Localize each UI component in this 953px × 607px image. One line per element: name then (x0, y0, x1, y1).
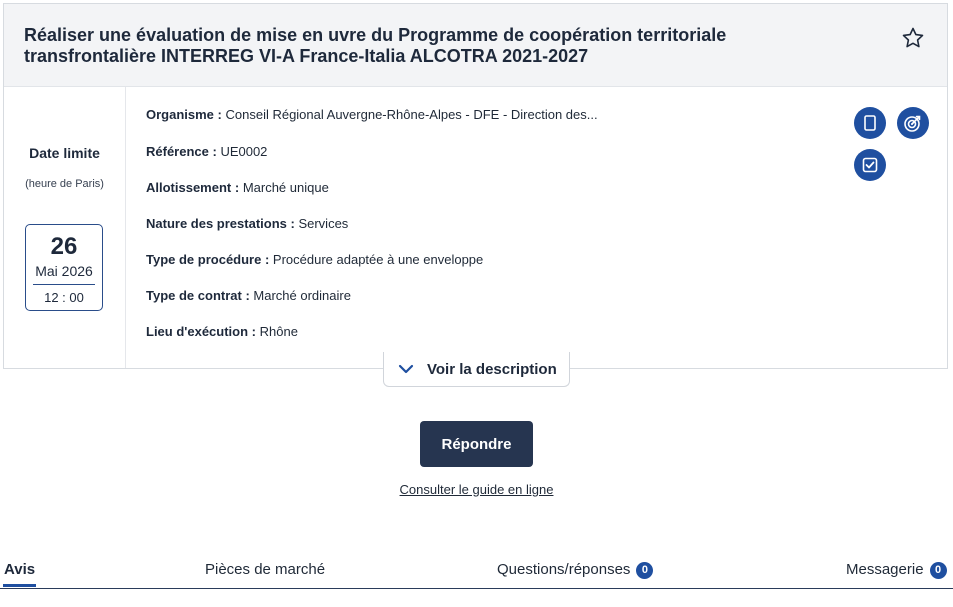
deadline-column: Date limite (heure de Paris) 26 Mai 2026… (4, 87, 126, 368)
target-icon[interactable] (897, 107, 929, 139)
tab-messagerie[interactable]: Messagerie 0 (846, 561, 947, 579)
deadline-timezone: (heure de Paris) (25, 178, 104, 190)
deadline-time: 12 : 00 (44, 290, 84, 305)
deadline-label: Date limite (29, 145, 100, 161)
divider (33, 284, 95, 285)
voir-description-label: Voir la description (427, 361, 557, 378)
document-icon[interactable] (854, 107, 886, 139)
tab-questions-reponses[interactable]: Questions/réponses 0 (497, 561, 654, 579)
card-header: Réaliser une évaluation de mise en uvre … (4, 4, 947, 87)
repondre-button[interactable]: Répondre (420, 421, 533, 467)
field-nature: Nature des prestations : Services (146, 216, 349, 231)
consultation-title: Réaliser une évaluation de mise en uvre … (24, 25, 727, 66)
tab-avis[interactable]: Avis (4, 561, 35, 578)
deadline-day: 26 (50, 233, 78, 260)
deadline-month: Mai 2026 (35, 263, 93, 279)
voir-description-toggle[interactable]: Voir la description (383, 352, 570, 387)
tab-bar: Avis Pièces de marché Questions/réponses… (0, 558, 953, 589)
field-procedure: Type de procédure : Procédure adaptée à … (146, 252, 484, 267)
field-organisme: Organisme : Conseil Régional Auvergne-Rh… (146, 107, 598, 122)
checkbox-icon[interactable] (854, 149, 886, 181)
field-reference: Référence : UE0002 (146, 144, 268, 159)
count-badge: 0 (929, 562, 947, 579)
field-lieu: Lieu d'exécution : Rhône (146, 324, 298, 339)
deadline-date-box: 26 Mai 2026 12 : 00 (25, 224, 103, 311)
tab-pieces-de-marche[interactable]: Pièces de marché (205, 561, 325, 578)
count-badge: 0 (636, 562, 654, 579)
consultation-card: Réaliser une évaluation de mise en uvre … (3, 3, 948, 369)
chevron-down-icon (398, 364, 414, 374)
active-tab-indicator (3, 584, 36, 587)
field-contrat: Type de contrat : Marché ordinaire (146, 288, 351, 303)
guide-link[interactable]: Consulter le guide en ligne (0, 482, 953, 497)
field-allotissement: Allotissement : Marché unique (146, 180, 329, 195)
star-icon[interactable] (901, 26, 925, 50)
